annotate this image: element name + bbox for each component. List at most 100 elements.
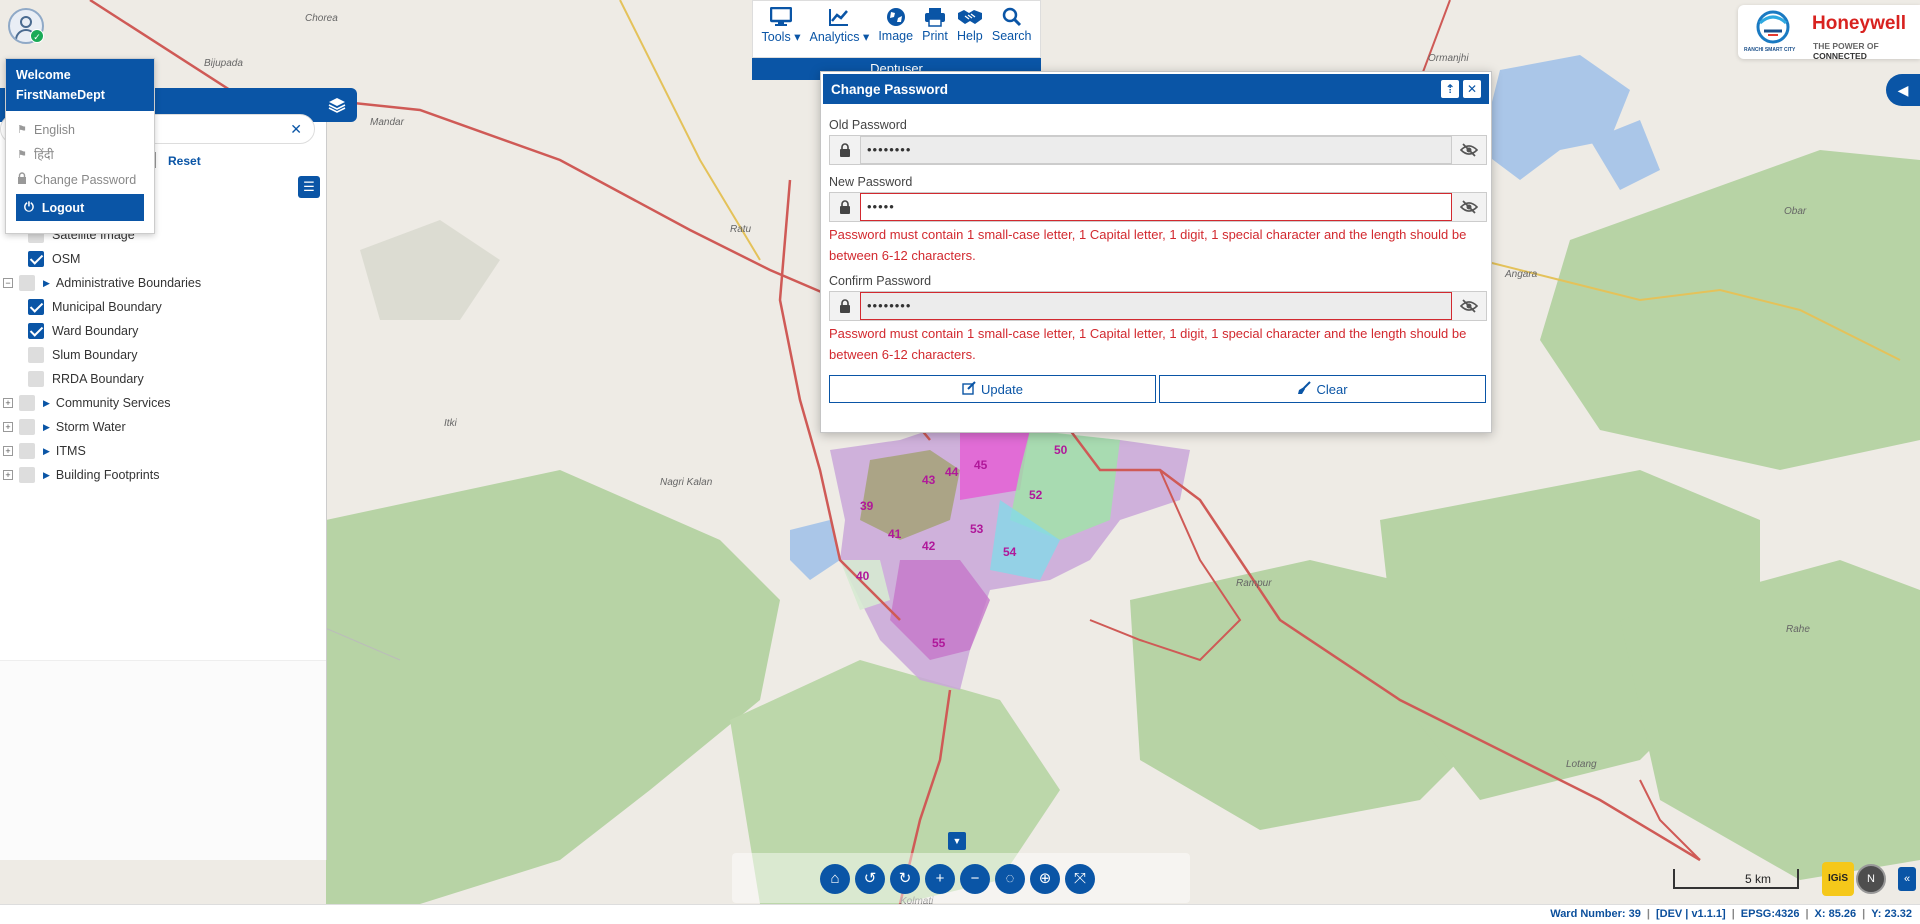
layer-checkbox[interactable] xyxy=(28,371,44,387)
menu-item-change-password[interactable]: Change Password xyxy=(6,167,154,192)
old-password-input[interactable]: •••••••• xyxy=(860,136,1452,164)
map-place-label: Bijupada xyxy=(204,58,243,69)
ward-label[interactable]: 55 xyxy=(932,636,945,650)
hide-icon[interactable]: ◌ xyxy=(995,864,1025,894)
branding-logos: RANCHI SMART CITY Honeywell THE POWER OF… xyxy=(1738,5,1920,61)
layer-group-storm-water[interactable]: + ▶ Storm Water xyxy=(3,416,126,438)
map-place-label: Itki xyxy=(444,418,457,429)
clear-button[interactable]: Clear xyxy=(1159,375,1486,403)
projection-code: EPSG:4326 xyxy=(1740,908,1800,920)
caret-down-icon[interactable]: ▼ xyxy=(948,832,966,850)
eye-slash-icon[interactable] xyxy=(1452,193,1486,221)
update-button[interactable]: Update xyxy=(829,375,1156,403)
caret-right-icon[interactable]: ▶ xyxy=(43,398,50,409)
search-icon xyxy=(1002,7,1021,27)
close-icon[interactable]: ✕ xyxy=(290,121,302,138)
layer-checkbox[interactable] xyxy=(28,251,44,267)
eye-slash-icon[interactable] xyxy=(1452,292,1486,320)
tools-menu[interactable]: Tools ▾ xyxy=(762,7,801,57)
panel-footer-area xyxy=(0,660,326,860)
layer-checkbox[interactable] xyxy=(19,467,35,483)
reset-button[interactable]: Reset xyxy=(168,154,201,168)
layer-group-community-services[interactable]: + ▶ Community Services xyxy=(3,392,171,414)
confirm-password-input[interactable]: •••••••• xyxy=(860,292,1452,320)
ward-label[interactable]: 54 xyxy=(1003,545,1016,559)
broom-icon xyxy=(1297,380,1312,398)
ward-label[interactable]: 40 xyxy=(856,569,869,583)
layer-checkbox[interactable] xyxy=(28,347,44,363)
layer-group-itms[interactable]: + ▶ ITMS xyxy=(3,440,86,462)
expand-right-icon[interactable]: « xyxy=(1898,867,1916,891)
zoom-in-icon[interactable]: + xyxy=(925,864,955,894)
edit-icon xyxy=(962,380,976,398)
collapse-icon[interactable]: − xyxy=(3,278,13,288)
layer-checkbox[interactable] xyxy=(28,323,44,339)
layer-osm[interactable]: OSM xyxy=(28,248,80,270)
layer-label: OSM xyxy=(52,252,81,266)
ward-label[interactable]: 45 xyxy=(974,458,987,472)
dialog-title-bar[interactable]: Change Password ⇡ ✕ xyxy=(821,72,1491,106)
expand-icon[interactable]: + xyxy=(3,422,13,432)
ward-label[interactable]: 42 xyxy=(922,539,935,553)
expand-icon[interactable]: + xyxy=(3,398,13,408)
layer-municipal-boundary[interactable]: Municipal Boundary xyxy=(28,296,162,318)
ward-label[interactable]: 52 xyxy=(1029,488,1042,502)
layer-label: Building Footprints xyxy=(55,468,160,482)
menu-item-hindi[interactable]: ⚑ हिंदी xyxy=(6,142,154,167)
caret-right-icon[interactable]: ▶ xyxy=(43,446,50,457)
old-password-label: Old Password xyxy=(829,118,907,132)
ward-label[interactable]: 44 xyxy=(945,465,958,479)
right-panel-toggle-icon[interactable]: ◀ xyxy=(1886,74,1920,106)
layer-toggle-icon[interactable]: ☰ xyxy=(298,176,320,198)
close-icon[interactable]: ✕ xyxy=(1463,80,1481,98)
expand-icon[interactable]: + xyxy=(3,470,13,480)
eye-slash-icon[interactable] xyxy=(1452,136,1486,164)
redo-icon[interactable]: ↻ xyxy=(890,864,920,894)
layer-checkbox[interactable] xyxy=(19,419,35,435)
layer-checkbox[interactable] xyxy=(28,299,44,315)
home-icon[interactable]: ⌂ xyxy=(820,864,850,894)
caret-right-icon[interactable]: ▶ xyxy=(43,470,50,481)
image-button[interactable]: Image xyxy=(878,7,913,57)
flag-icon: ⚑ xyxy=(17,149,27,161)
layer-ward-boundary[interactable]: Ward Boundary xyxy=(28,320,138,342)
layer-group-administrative-boundaries[interactable]: − ▶ Administrative Boundaries xyxy=(3,272,201,294)
ward-label[interactable]: 53 xyxy=(970,522,983,536)
ward-label[interactable]: 43 xyxy=(922,473,935,487)
layer-rrda-boundary[interactable]: RRDA Boundary xyxy=(28,368,144,390)
ward-label[interactable]: 41 xyxy=(888,527,901,541)
layer-group-building-footprints[interactable]: + ▶ Building Footprints xyxy=(3,464,159,486)
logout-button[interactable]: ⏻ Logout xyxy=(16,194,144,221)
zoom-out-icon[interactable]: − xyxy=(960,864,990,894)
expand-icon[interactable]: + xyxy=(3,446,13,456)
caret-right-icon[interactable]: ▶ xyxy=(43,278,50,289)
layers-icon[interactable] xyxy=(327,96,347,114)
map-place-label: Nagri Kalan xyxy=(660,477,713,488)
help-button[interactable]: Help xyxy=(957,7,983,57)
globe-icon xyxy=(886,8,905,26)
clear-label: Clear xyxy=(1316,381,1348,397)
lock-icon xyxy=(830,136,860,164)
map-place-label: Lotang xyxy=(1566,759,1597,770)
layer-slum-boundary[interactable]: Slum Boundary xyxy=(28,344,137,366)
layer-checkbox[interactable] xyxy=(19,395,35,411)
layer-checkbox[interactable] xyxy=(19,275,35,291)
search-button[interactable]: Search xyxy=(992,7,1031,57)
handshake-icon xyxy=(957,10,982,24)
pin-icon[interactable]: ⇡ xyxy=(1441,80,1459,98)
caret-right-icon[interactable]: ▶ xyxy=(43,422,50,433)
print-button[interactable]: Print xyxy=(922,7,948,57)
fullscreen-icon[interactable]: ⤧ xyxy=(1065,864,1095,894)
analytics-menu[interactable]: Analytics ▾ xyxy=(810,7,869,57)
menu-label: English xyxy=(34,122,75,137)
user-welcome: Welcome FirstNameDept xyxy=(6,59,154,111)
ward-label[interactable]: 50 xyxy=(1054,443,1067,457)
layer-checkbox[interactable] xyxy=(19,443,35,459)
new-password-input[interactable]: ••••• xyxy=(860,193,1452,221)
menu-item-english[interactable]: ⚑ English xyxy=(6,117,154,142)
locate-icon[interactable]: ⊕ xyxy=(1030,864,1060,894)
undo-icon[interactable]: ↺ xyxy=(855,864,885,894)
ward-label[interactable]: 39 xyxy=(860,499,873,513)
caret-down-icon: ▾ xyxy=(794,30,801,44)
map-place-label: Angara xyxy=(1505,269,1538,280)
